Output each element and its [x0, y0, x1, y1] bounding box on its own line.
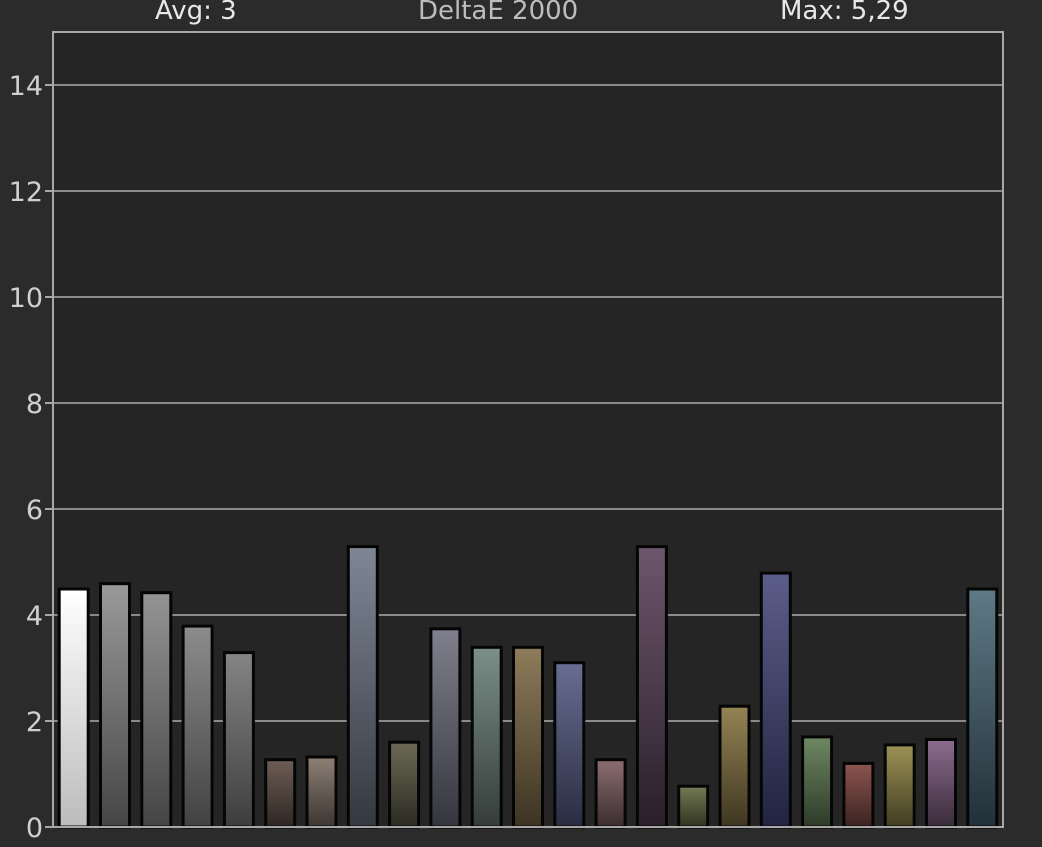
bar-16 — [677, 784, 710, 829]
bar-17 — [718, 704, 751, 829]
bar-10 — [429, 627, 462, 829]
y-tick-label: 8 — [26, 389, 43, 420]
bar-6 — [264, 758, 297, 829]
bar-21 — [883, 743, 916, 829]
bar-4 — [181, 624, 214, 829]
y-tick-label: 14 — [9, 71, 43, 102]
bar-12 — [512, 645, 544, 829]
y-tick-label: 2 — [26, 707, 43, 738]
bar-15 — [635, 545, 668, 829]
bar-20 — [842, 761, 875, 829]
bar-23 — [966, 587, 999, 829]
bar-19 — [801, 735, 834, 829]
bar-13 — [553, 661, 586, 829]
y-tick-label: 6 — [26, 495, 43, 526]
bar-11 — [470, 645, 503, 829]
bar-18 — [759, 571, 792, 829]
y-tick-label: 10 — [9, 283, 43, 314]
y-tick-label: 4 — [26, 601, 43, 632]
bar-3 — [140, 591, 173, 829]
bar-7 — [305, 755, 338, 829]
y-tick-label: 12 — [9, 177, 43, 208]
bar-22 — [925, 738, 957, 829]
delta-e-bar-chart: 0 2 4 6 8 10 12 14 — [9, 31, 1004, 844]
bar-14 — [594, 758, 627, 829]
bar-5 — [222, 651, 255, 829]
bar-9 — [388, 740, 421, 829]
y-tick-label: 0 — [26, 813, 43, 844]
bar-8 — [346, 545, 379, 829]
bar-2 — [99, 582, 131, 829]
bar-1 — [57, 587, 90, 829]
